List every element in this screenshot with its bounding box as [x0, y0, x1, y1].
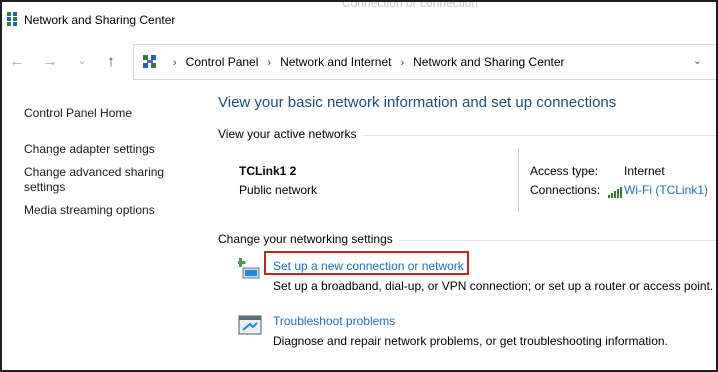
breadcrumb-separator: ›	[173, 57, 177, 69]
control-panel-icon	[143, 55, 156, 68]
set-up-connection-description: Set up a broadband, dial-up, or VPN conn…	[273, 279, 714, 293]
control-panel-home-link[interactable]: Control Panel Home	[24, 106, 132, 120]
connections-label: Connections:	[530, 183, 601, 197]
troubleshoot-problems-link[interactable]: Troubleshoot problems	[273, 314, 395, 328]
navigation-bar: ← → ⌄ ↑ › Control Panel › Network and Inter…	[2, 44, 716, 80]
network-center-icon	[7, 12, 17, 26]
access-type-label: Access type:	[530, 164, 599, 178]
page-heading: View your basic network information and …	[218, 94, 617, 111]
address-bar[interactable]: › Control Panel › Network and Internet › Netw…	[133, 44, 716, 80]
breadcrumb-separator: ›	[400, 57, 405, 69]
back-arrow-icon[interactable]: ←	[7, 52, 27, 72]
breadcrumb-separator: ›	[267, 57, 272, 69]
title-bar: Network and Sharing Center Connection or…	[2, 2, 716, 38]
media-streaming-options-link[interactable]: Media streaming options	[24, 203, 155, 217]
window: Network and Sharing Center Connection or…	[0, 0, 718, 372]
recent-locations-chevron-icon[interactable]: ⌄	[72, 52, 92, 72]
ghost-caption: Connection or connection	[342, 0, 479, 10]
change-adapter-settings-link[interactable]: Change adapter settings	[24, 142, 155, 156]
up-arrow-icon[interactable]: ↑	[101, 52, 121, 72]
highlight-box	[264, 251, 469, 275]
address-dropdown-chevron-icon[interactable]: ⌄	[693, 54, 702, 67]
breadcrumb-network-and-internet[interactable]: Network and Internet	[280, 55, 391, 69]
wifi-signal-icon	[608, 187, 622, 198]
network-name: TCLink1 2	[239, 164, 297, 178]
active-networks-label: View your active networks	[218, 127, 363, 141]
wifi-connection-link[interactable]: Wi-Fi (TCLink1)	[624, 183, 708, 197]
new-connection-icon	[238, 258, 260, 279]
access-type-value: Internet	[624, 164, 665, 178]
network-category: Public network	[239, 183, 318, 197]
change-settings-label: Change your networking settings	[218, 232, 399, 246]
breadcrumb-network-and-sharing-center[interactable]: Network and Sharing Center	[413, 55, 564, 69]
breadcrumb-control-panel[interactable]: Control Panel	[186, 55, 259, 69]
connections-value-wrapper: Wi-Fi (TCLink1)	[624, 183, 708, 197]
network-details-divider	[518, 148, 519, 212]
change-advanced-sharing-settings-link[interactable]: Change advanced sharing settings	[24, 165, 184, 195]
troubleshoot-icon	[238, 315, 262, 335]
window-title: Network and Sharing Center	[24, 13, 176, 27]
troubleshoot-description: Diagnose and repair network problems, or…	[273, 334, 668, 348]
breadcrumb: › Control Panel › Network and Internet › Netw…	[164, 55, 565, 69]
forward-arrow-icon[interactable]: →	[40, 52, 60, 72]
